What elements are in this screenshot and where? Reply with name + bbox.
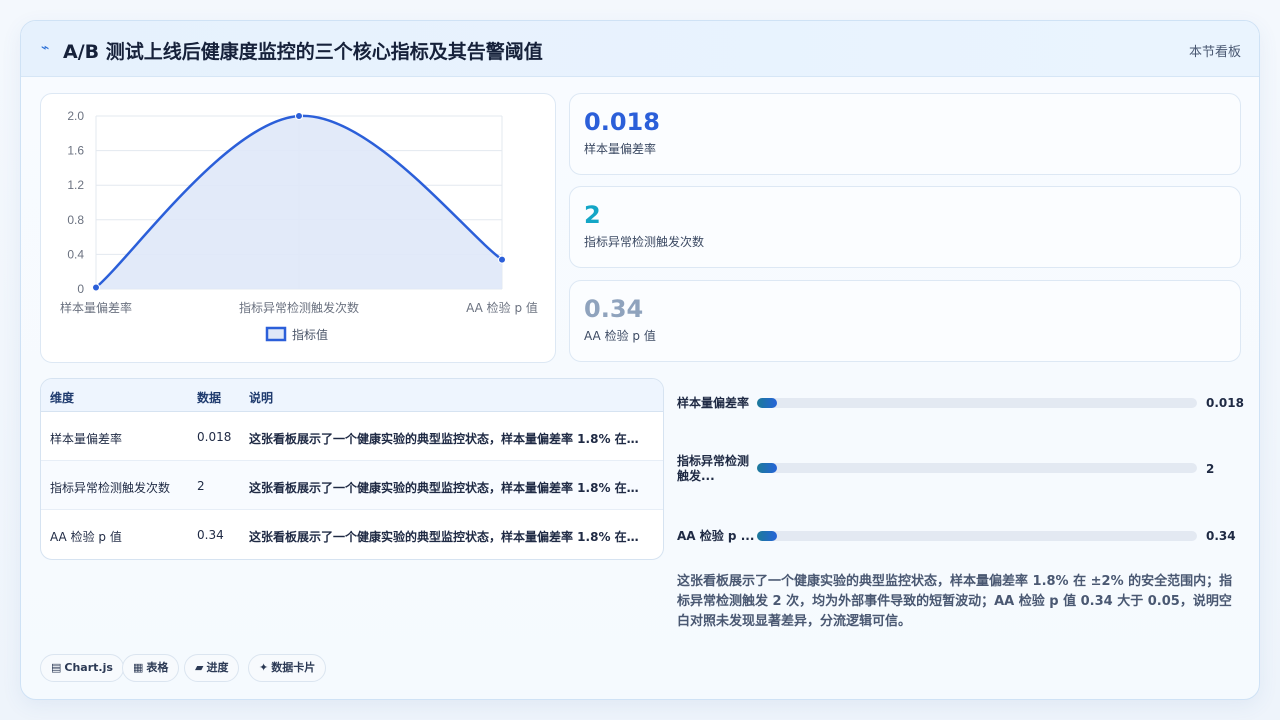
- y-tick-label: 1.2: [67, 178, 84, 192]
- table-cell: 这张看板展示了一个健康实验的典型监控状态，样本量偏差率 1.8% 在±2% 的安…: [249, 530, 639, 544]
- legend-swatch: [265, 326, 287, 342]
- y-tick-label: 2.0: [67, 109, 84, 123]
- table-header: 维度 数据 说明: [41, 379, 663, 412]
- line-chart: 0 0.4 0.8 1.2 1.6 2.0 样本量偏差率 指标异常检测触发次数 AA 检验 p …: [60, 109, 538, 342]
- x-tick-label: 样本量偏差率: [60, 300, 132, 315]
- y-tick-label: 1.6: [67, 144, 84, 158]
- kpi-card-aa-pvalue: 0.34 AA 检验 p 值: [569, 280, 1241, 362]
- dashboard-panel: ⌁ A/B 测试上线后健康度监控的三个核心指标及其告警阈值 本节看板 0 0.4 0…: [20, 20, 1260, 700]
- table-cell: AA 检验 p 值: [50, 530, 122, 544]
- progress-label: 指标异常检测触发...: [677, 454, 750, 483]
- legend-label: 指标值: [292, 327, 328, 342]
- table-cell: 这张看板展示了一个健康实验的典型监控状态，样本量偏差率 1.8% 在±2% 的安…: [249, 432, 639, 446]
- chip-label: 数据卡片: [271, 661, 316, 674]
- kpi-value: 2: [584, 201, 601, 229]
- page-title: A/B 测试上线后健康度监控的三个核心指标及其告警阈值: [63, 41, 543, 63]
- table-cell: 样本量偏差率: [50, 432, 123, 446]
- x-tick-label: AA 检验 p 值: [466, 300, 538, 315]
- table-cell: 这张看板展示了一个健康实验的典型监控状态，样本量偏差率 1.8% 在±2% 的安…: [249, 481, 639, 495]
- data-point: [92, 283, 100, 292]
- progress-row: 样本量偏差率 0.018: [677, 391, 1244, 431]
- progress-row: 指标异常检测触发... 2: [677, 453, 1241, 493]
- table-row: 指标异常检测触发次数 2 这张看板展示了一个健康实验的典型监控状态，样本量偏差率…: [41, 461, 663, 510]
- table-cell: 0.34: [197, 528, 224, 542]
- chip-label: 表格: [146, 661, 169, 674]
- summary-note: 这张看板展示了一个健康实验的典型监控状态，样本量偏差率 1.8% 在 ±2% 的…: [677, 574, 1233, 629]
- progress-row: AA 检验 p ... 0.34: [677, 524, 1241, 564]
- table-cell: 0.018: [197, 430, 232, 444]
- progress-track: [757, 531, 1197, 541]
- kpi-value: 0.018: [584, 108, 660, 136]
- progress-value: 0.018: [1206, 396, 1244, 410]
- kpi-value: 0.34: [584, 295, 644, 323]
- column-header: 数据: [197, 391, 222, 405]
- x-tick-label: 指标异常检测触发次数: [239, 300, 359, 315]
- chart-icon: ▤: [51, 661, 62, 674]
- data-point: [498, 255, 506, 264]
- y-tick-label: 0: [77, 282, 84, 296]
- kpi-label: 样本量偏差率: [584, 142, 657, 156]
- chip-label: Chart.js: [64, 661, 113, 674]
- sparkle-icon: ✦: [259, 661, 269, 674]
- table-cell: 2: [197, 479, 205, 493]
- kpi-card-anomaly-count: 2 指标异常检测触发次数: [569, 186, 1241, 268]
- progress-value: 2: [1206, 462, 1215, 476]
- chip-table[interactable]: ▦ 表格: [122, 654, 180, 682]
- progress-value: 0.34: [1206, 529, 1236, 543]
- progress-track: [757, 463, 1197, 473]
- progress-fill: [757, 398, 777, 408]
- chip-data-cards[interactable]: ✦ 数据卡片: [248, 654, 327, 682]
- line-chart-card: 0 0.4 0.8 1.2 1.6 2.0 样本量偏差率 指标异常检测触发次数 AA 检验 p …: [40, 93, 556, 363]
- chip-chartjs[interactable]: ▤ Chart.js: [40, 654, 124, 682]
- table-icon: ▦: [133, 661, 144, 674]
- y-tick-label: 0.8: [67, 213, 84, 227]
- column-header: 维度: [50, 391, 75, 405]
- progress-label: AA 检验 p ...: [677, 529, 755, 543]
- header: ⌁ A/B 测试上线后健康度监控的三个核心指标及其告警阈值 本节看板: [21, 21, 1259, 77]
- chip-label: 进度: [206, 661, 229, 674]
- table-cell: 指标异常检测触发次数: [50, 481, 171, 495]
- progress-fill: [757, 463, 777, 473]
- progress-icon: ▰: [195, 661, 204, 674]
- kpi-label: 指标异常检测触发次数: [584, 235, 705, 249]
- progress-track: [757, 398, 1197, 408]
- data-table: 维度 数据 说明 样本量偏差率 0.018 这张看板展示了一个健康实验的典型监控…: [40, 378, 664, 560]
- progress-label: 样本量偏差率: [677, 396, 750, 410]
- y-tick-label: 0.4: [67, 247, 84, 261]
- section-label: 本节看板: [1188, 45, 1241, 60]
- pulse-icon: ⌁: [41, 40, 50, 56]
- progress-fill: [757, 531, 777, 541]
- column-header: 说明: [249, 391, 274, 405]
- chip-progress[interactable]: ▰ 进度: [184, 654, 240, 682]
- table-row: 样本量偏差率 0.018 这张看板展示了一个健康实验的典型监控状态，样本量偏差率…: [41, 412, 663, 461]
- kpi-card-sample-ratio: 0.018 样本量偏差率: [569, 93, 1241, 175]
- data-point: [295, 112, 303, 120]
- table-row: AA 检验 p 值 0.34 这张看板展示了一个健康实验的典型监控状态，样本量偏…: [41, 510, 663, 559]
- kpi-label: AA 检验 p 值: [584, 329, 656, 343]
